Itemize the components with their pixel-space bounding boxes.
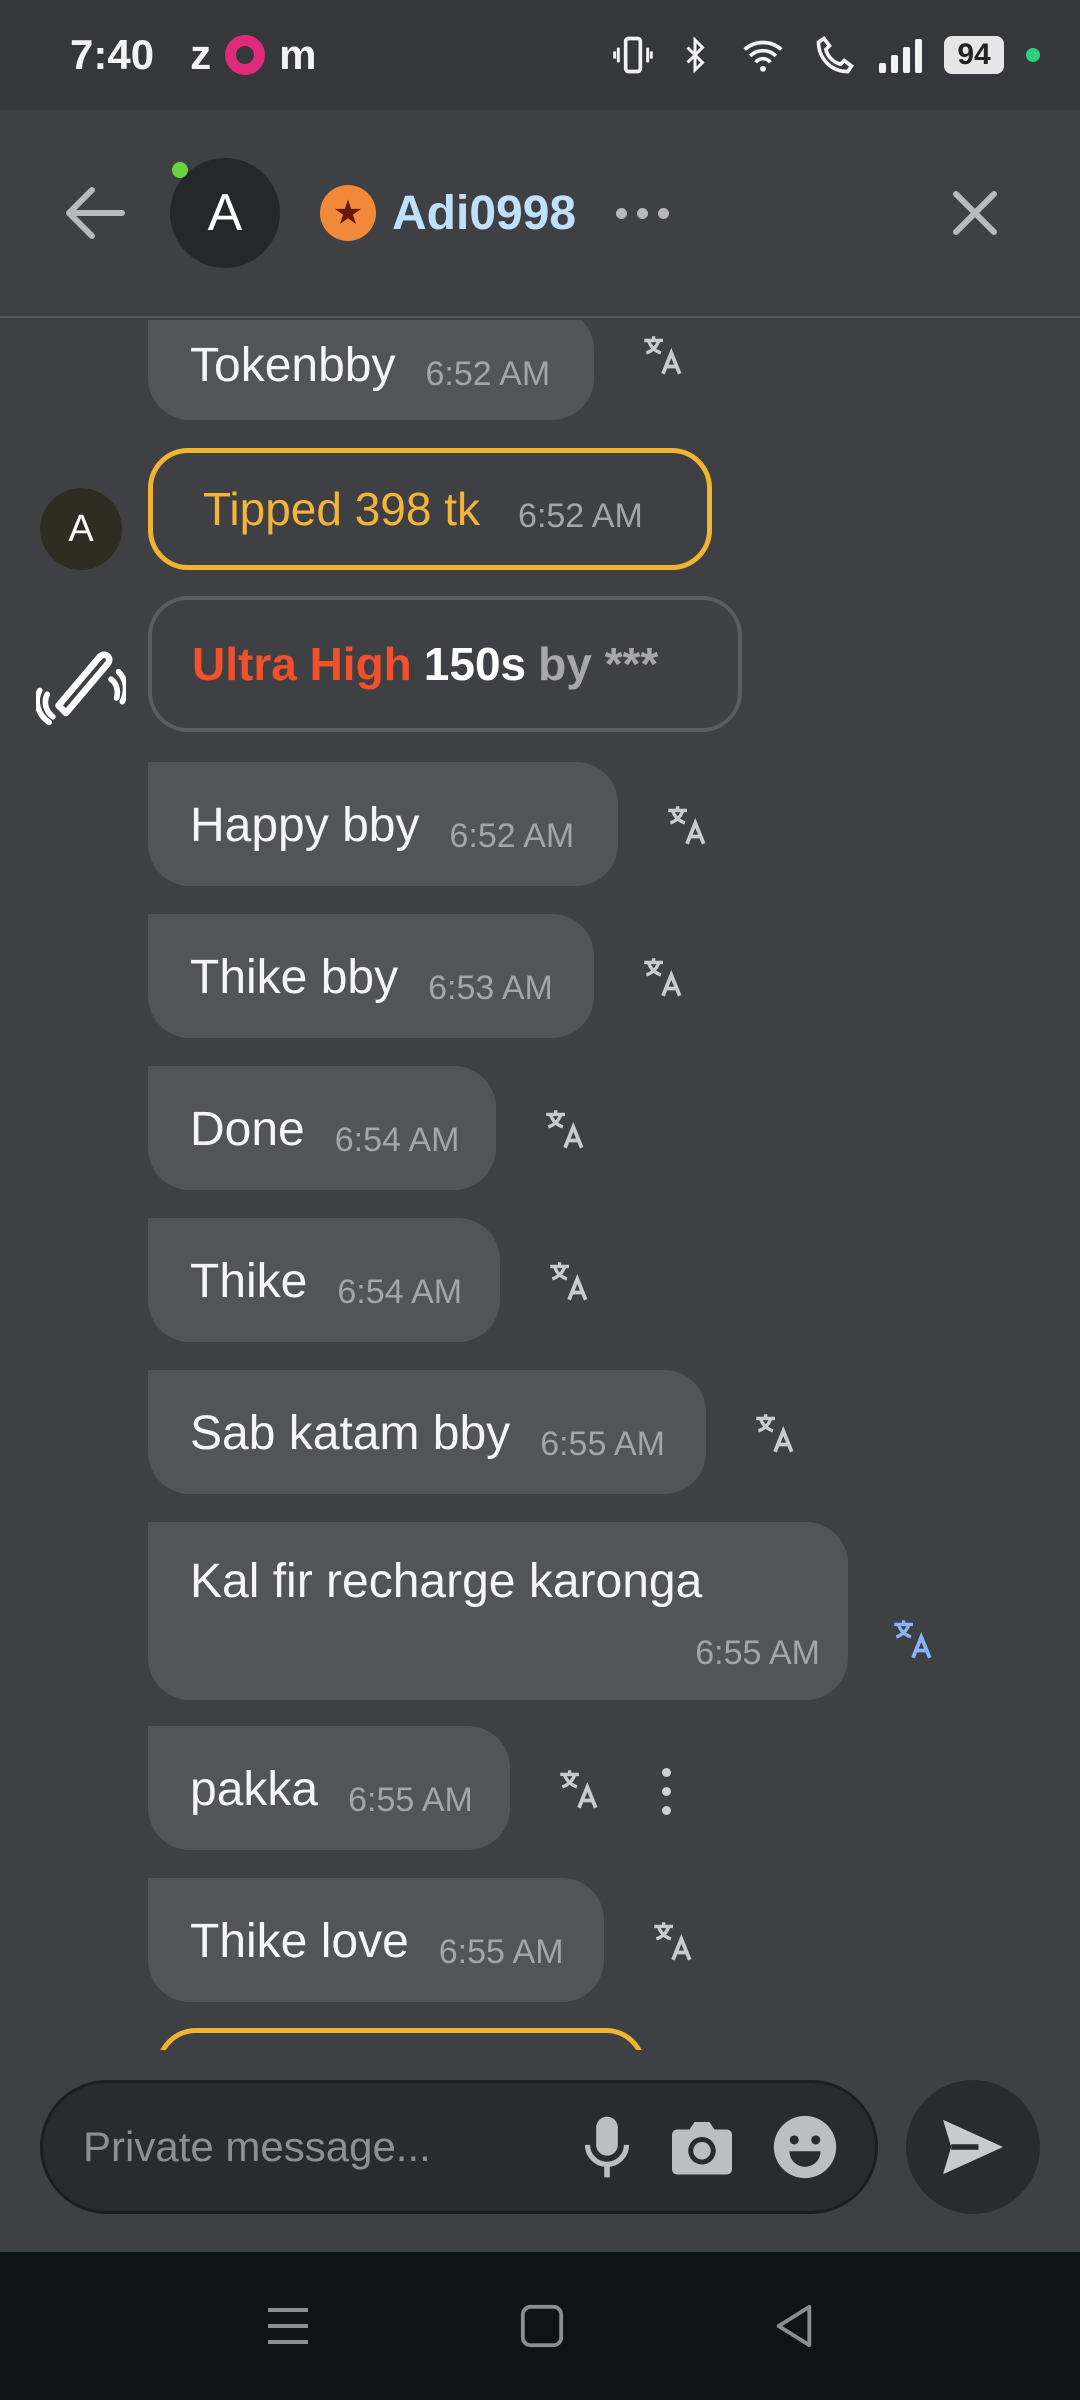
- arrow-left-icon: [66, 187, 125, 239]
- message-bubble[interactable]: Thike 6:54 AM: [148, 1218, 500, 1342]
- status-time: 7:40: [70, 31, 155, 78]
- status-app-icons: z m: [190, 31, 316, 79]
- message-time: 6:53 AM: [428, 969, 553, 1007]
- screen-record-icon: [225, 35, 266, 75]
- back-nav-icon[interactable]: [772, 2303, 816, 2349]
- vibration-toy-icon: [36, 651, 126, 726]
- message-text: Thike bby: [190, 951, 399, 1004]
- message-time: 6:52 AM: [518, 496, 643, 535]
- status-bar: 7:40 z m 94: [0, 0, 1080, 110]
- message-text: Tokenbby: [190, 339, 396, 392]
- translate-icon[interactable]: [554, 1764, 604, 1814]
- message-text: Sab katam bby: [190, 1407, 511, 1460]
- vibe-level: Ultra High: [192, 638, 412, 690]
- battery-icon: 94: [944, 36, 1004, 74]
- message-time: 6:55 AM: [540, 1425, 665, 1463]
- message-bubble[interactable]: Tokenbby 6:52 AM: [148, 320, 594, 420]
- signal-icon: [879, 37, 922, 73]
- online-indicator: [172, 162, 188, 178]
- message-text: Thike: [190, 1255, 308, 1308]
- system-nav-bar: [0, 2252, 1080, 2400]
- recent-apps-icon[interactable]: [264, 2304, 312, 2348]
- message-time: 6:55 AM: [348, 1781, 473, 1819]
- message-list[interactable]: Tokenbby 6:52 AM A Tipped 398 tk 6:52 AM…: [0, 320, 1080, 2050]
- star-badge-icon: ★: [320, 185, 376, 241]
- more-options-button[interactable]: [616, 207, 670, 219]
- message-bubble[interactable]: Happy bby 6:52 AM: [148, 762, 618, 886]
- home-icon[interactable]: [519, 2303, 565, 2349]
- tip-text: Tipped 398 tk: [203, 483, 481, 535]
- message-bubble[interactable]: Kal fir recharge karonga 6:55 AM: [148, 1522, 848, 1700]
- tip-message-partial[interactable]: [156, 2028, 646, 2050]
- status-right-icons: 94: [611, 33, 1040, 77]
- m-app-icon: m: [279, 31, 317, 78]
- wifi-icon: [743, 40, 783, 72]
- composer-bar: [0, 2050, 1080, 2252]
- vibe-duration: 150s: [423, 638, 527, 690]
- message-text: Thike love: [190, 1915, 409, 1968]
- message-time: 6:54 AM: [337, 1273, 463, 1311]
- sender-avatar[interactable]: A: [40, 488, 122, 570]
- close-button[interactable]: [940, 178, 1010, 248]
- message-time: 6:52 AM: [449, 817, 575, 855]
- translate-icon-active[interactable]: [888, 1614, 938, 1664]
- composer-icons: [581, 2083, 839, 2211]
- message-input-container[interactable]: [40, 2080, 878, 2214]
- close-icon: [953, 191, 997, 235]
- emoji-icon[interactable]: [771, 2113, 839, 2181]
- username[interactable]: Adi0998: [392, 186, 576, 241]
- message-time: 6:55 AM: [438, 1933, 564, 1971]
- message-time: 6:55 AM: [695, 1634, 820, 1672]
- message-text: pakka: [190, 1763, 319, 1816]
- translate-icon[interactable]: [638, 330, 688, 380]
- vibration-message[interactable]: Ultra High 150s by ***: [148, 596, 742, 732]
- message-options-button[interactable]: [662, 1768, 671, 1815]
- avatar-letter: A: [207, 184, 243, 242]
- privacy-indicator-dot: [1026, 48, 1040, 62]
- vibrate-icon: [613, 36, 653, 74]
- wifi-calling-icon: [816, 36, 854, 74]
- message-bubble[interactable]: Thike love 6:55 AM: [148, 1878, 604, 2002]
- message-bubble[interactable]: Thike bby 6:53 AM: [148, 914, 594, 1038]
- chat-header: A ★ Adi0998: [0, 110, 1080, 318]
- message-text: Done: [190, 1103, 305, 1156]
- send-button[interactable]: [906, 2080, 1040, 2214]
- bluetooth-icon: [686, 36, 705, 74]
- translate-icon[interactable]: [662, 800, 712, 850]
- vibe-sender: by ***: [538, 638, 659, 690]
- send-icon: [943, 2119, 1003, 2175]
- translate-icon[interactable]: [648, 1916, 698, 1966]
- tip-message[interactable]: Tipped 398 tk 6:52 AM: [148, 448, 712, 570]
- translate-icon[interactable]: [544, 1256, 594, 1306]
- message-input[interactable]: [83, 2123, 553, 2171]
- z-app-icon: z: [190, 31, 212, 78]
- microphone-icon[interactable]: [581, 2114, 633, 2180]
- message-bubble[interactable]: Sab katam bby 6:55 AM: [148, 1370, 706, 1494]
- message-time: 6:52 AM: [425, 355, 551, 393]
- back-button[interactable]: [60, 178, 130, 248]
- message-text: Kal fir recharge karonga: [190, 1555, 703, 1608]
- translate-icon[interactable]: [540, 1104, 590, 1154]
- message-text: Happy bby: [190, 799, 420, 852]
- message-bubble[interactable]: Done 6:54 AM: [148, 1066, 496, 1190]
- avatar[interactable]: A: [170, 158, 280, 268]
- translate-icon[interactable]: [638, 952, 688, 1002]
- camera-icon[interactable]: [667, 2116, 737, 2178]
- message-time: 6:54 AM: [334, 1121, 460, 1159]
- message-bubble[interactable]: pakka 6:55 AM: [148, 1726, 510, 1850]
- translate-icon[interactable]: [750, 1408, 800, 1458]
